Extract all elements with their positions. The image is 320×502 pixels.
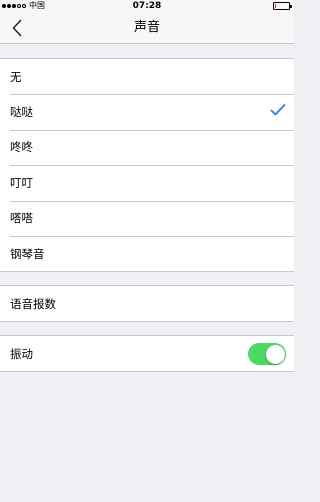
voice-count-row[interactable]: 语音报数 (0, 286, 294, 321)
sound-option-label: 叮叮 (10, 175, 33, 190)
toggle-knob (265, 344, 285, 364)
vibration-label: 振动 (10, 346, 33, 361)
sound-option-label: 嗒嗒 (10, 211, 33, 226)
sound-option-label: 咚咚 (10, 140, 33, 155)
sound-option-label: 钢琴音 (10, 246, 45, 261)
battery-level (275, 4, 276, 8)
chevron-left-icon (12, 19, 22, 37)
sound-option-label: 无 (10, 69, 22, 84)
vibration-row: 振动 (0, 336, 294, 371)
checkmark-icon (270, 104, 286, 116)
sound-option-dingding[interactable]: 叮叮 (0, 165, 294, 200)
voice-count-label: 语音报数 (10, 296, 56, 311)
voice-section: 语音报数 (0, 285, 294, 323)
sound-option-piano[interactable]: 钢琴音 (0, 235, 294, 271)
back-button[interactable] (6, 16, 28, 40)
status-time: 07:28 (132, 1, 162, 11)
sound-option-dongdong[interactable]: 咚咚 (0, 129, 294, 165)
page-title: 声音 (133, 20, 160, 35)
sound-option-dada[interactable]: 哒哒 (0, 94, 294, 129)
battery-icon (273, 2, 292, 10)
vibration-toggle[interactable] (248, 343, 286, 365)
navigation-bar: 声音 (0, 12, 294, 44)
sound-option-none[interactable]: 无 (0, 59, 294, 94)
vibration-section: 振动 (0, 335, 294, 373)
status-bar: 中国 07:28 (0, 0, 294, 12)
sound-option-label: 哒哒 (10, 105, 33, 120)
sound-option-dada2[interactable]: 嗒嗒 (0, 200, 294, 236)
sound-list: 无 哒哒 咚咚 叮叮 嗒嗒 钢琴音 (0, 58, 294, 273)
